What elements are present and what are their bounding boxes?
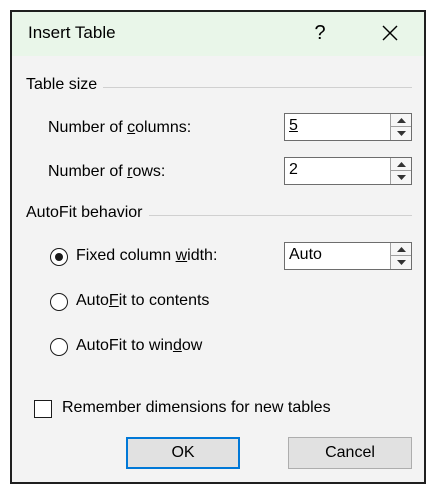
autofit-group-label: AutoFit behavior [26,204,149,222]
rows-spinner[interactable]: 2 [284,157,412,185]
fixed-width-label[interactable]: Fixed column width: [76,247,217,265]
dialog-title: Insert Table [28,23,116,42]
title-bar: Insert Table ? [12,12,424,56]
columns-spinner[interactable]: 5 [284,113,412,141]
rows-down-arrow-icon[interactable] [391,171,411,184]
remember-dimensions-checkbox[interactable] [34,400,52,418]
rows-input[interactable]: 2 [289,161,298,179]
radio-selected-dot [54,252,63,261]
columns-input[interactable]: 5 [289,117,298,135]
fixed-width-radio[interactable] [50,248,68,266]
columns-up-arrow-icon[interactable] [391,114,411,127]
autofit-window-label[interactable]: AutoFit to window [76,337,202,355]
autofit-contents-radio[interactable] [50,293,68,311]
ok-button[interactable]: OK [126,437,240,469]
columns-down-arrow-icon[interactable] [391,127,411,140]
cancel-button[interactable]: Cancel [288,437,412,469]
autofit-window-radio[interactable] [50,338,68,356]
help-icon[interactable]: ? [310,20,330,46]
fixed-width-input[interactable]: Auto [289,246,322,264]
rows-up-arrow-icon[interactable] [391,158,411,171]
fixed-width-spinner[interactable]: Auto [284,242,412,270]
remember-dimensions-label[interactable]: Remember dimensions for new tables [62,399,331,417]
rows-spin-buttons [390,158,411,184]
autofit-contents-label[interactable]: AutoFit to contents [76,292,209,310]
table-size-group-label: Table size [26,76,104,94]
rows-label: Number of rows: [48,163,166,180]
fixed-width-spin-buttons [390,243,411,269]
columns-label: Number of columns: [48,119,192,136]
insert-table-dialog: Insert Table ? Table size Number of colu… [10,10,426,484]
columns-spin-buttons [390,114,411,140]
close-icon[interactable] [377,20,403,46]
fixed-width-up-arrow-icon[interactable] [391,243,411,256]
fixed-width-down-arrow-icon[interactable] [391,256,411,269]
